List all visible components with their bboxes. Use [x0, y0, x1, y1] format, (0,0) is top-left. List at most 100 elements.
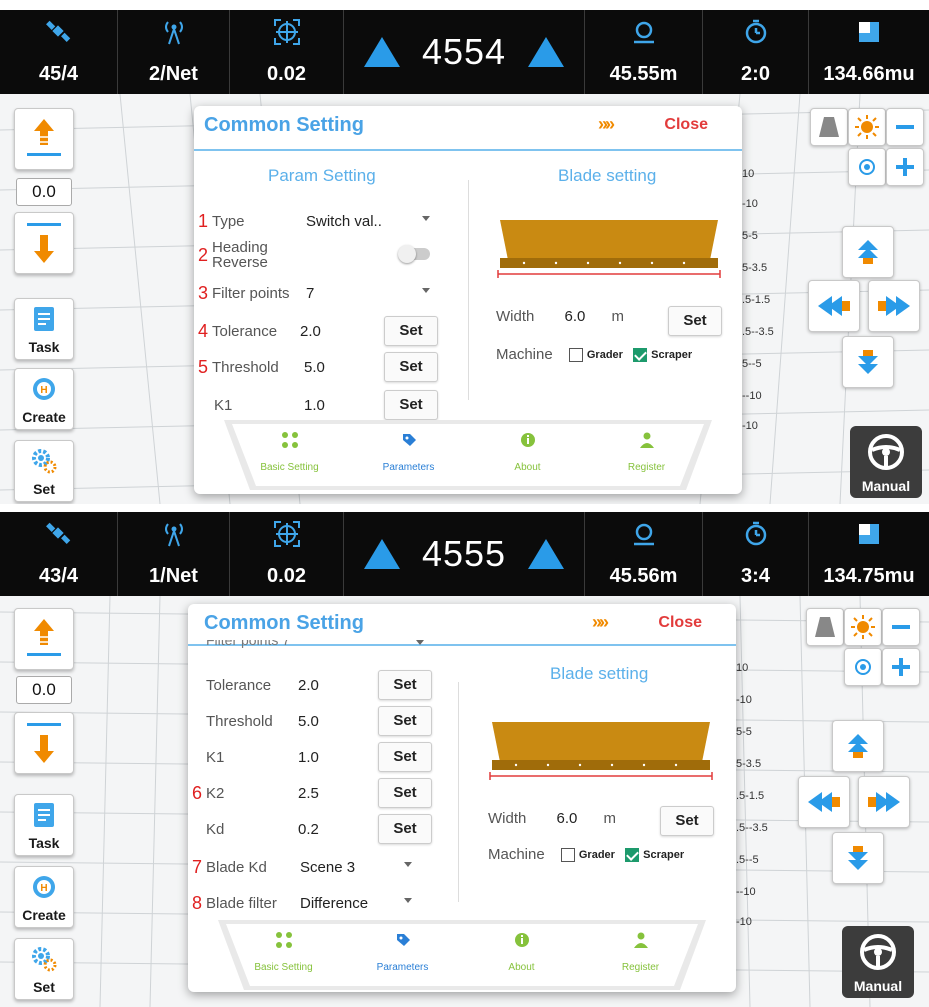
k1-value[interactable]: 1.0 [304, 397, 325, 414]
scraper-checkbox[interactable] [633, 348, 648, 363]
brightness-button[interactable] [844, 608, 882, 646]
view-mode-button[interactable] [806, 608, 844, 646]
tab-about[interactable]: About [462, 922, 581, 984]
locate-button[interactable] [844, 648, 882, 686]
blade-kd-dropdown[interactable]: Scene 3 [300, 859, 355, 876]
scale-label: --10 [736, 886, 756, 898]
kd-set-button[interactable]: Set [378, 814, 432, 844]
timer-value: 3:4 [741, 565, 770, 587]
create-button[interactable]: H Create [14, 866, 74, 928]
width-value[interactable]: 6.0 [565, 308, 586, 325]
zoom-out-button[interactable] [886, 108, 924, 146]
tab-basic-setting[interactable]: Basic Setting [230, 422, 349, 484]
dropdown-caret-icon[interactable] [404, 898, 412, 903]
minus-icon [892, 625, 910, 629]
raise-button[interactable] [14, 608, 74, 670]
column-divider [468, 180, 469, 400]
raise-button[interactable] [14, 108, 74, 170]
sun-icon [855, 115, 879, 139]
move-right-button[interactable] [868, 280, 920, 332]
dropdown-caret-icon[interactable] [422, 288, 430, 293]
brightness-button[interactable] [848, 108, 886, 146]
manual-button[interactable]: Manual [850, 426, 922, 498]
move-right-button[interactable] [858, 776, 910, 828]
k1-set-button[interactable]: Set [384, 390, 438, 420]
row-number: 4 [198, 321, 209, 341]
plus-icon [892, 658, 910, 676]
view-mode-button[interactable] [810, 108, 848, 146]
blade-filter-dropdown[interactable]: Difference [300, 895, 368, 912]
grader-checkbox[interactable] [568, 348, 583, 363]
scale-label: .5--3.5 [742, 326, 774, 338]
threshold-value[interactable]: 5.0 [304, 359, 325, 376]
height-value: 45.55m [609, 63, 678, 85]
width-set-button[interactable]: Set [668, 306, 722, 336]
tab-parameters[interactable]: Parameters [343, 922, 462, 984]
scale-label: 10 [742, 168, 755, 180]
dropdown-caret-icon[interactable] [422, 216, 430, 221]
tab-basic-setting[interactable]: Basic Setting [224, 922, 343, 984]
move-up-button[interactable] [842, 226, 894, 278]
zoom-out-button[interactable] [882, 608, 920, 646]
move-up-button[interactable] [832, 720, 884, 772]
lower-button[interactable] [14, 712, 74, 774]
grader-checkbox[interactable] [560, 848, 575, 863]
width-unit: m [611, 308, 625, 325]
create-button[interactable]: H Create [14, 368, 74, 430]
kd-value[interactable]: 0.2 [298, 821, 319, 838]
dropdown-caret-icon[interactable] [404, 862, 412, 867]
tolerance-set-button[interactable]: Set [384, 316, 438, 346]
k2-set-button[interactable]: Set [378, 778, 432, 808]
locate-button[interactable] [848, 148, 886, 186]
double-arrow-down-icon [858, 350, 878, 374]
threshold-set-button[interactable]: Set [384, 352, 438, 382]
tolerance-value[interactable]: 2.0 [300, 323, 321, 340]
blade-setting-title: Blade setting [558, 166, 657, 185]
task-button[interactable]: Task [14, 298, 74, 360]
tolerance-set-button[interactable]: Set [378, 670, 432, 700]
close-button[interactable]: Close [664, 116, 708, 134]
zoom-in-button[interactable] [882, 648, 920, 686]
zoom-in-button[interactable] [886, 148, 924, 186]
threshold-set-button[interactable]: Set [378, 706, 432, 736]
tolerance-value[interactable]: 2.0 [298, 677, 319, 694]
user-icon [639, 432, 654, 448]
width-value[interactable]: 6.0 [557, 810, 578, 827]
tab-register[interactable]: Register [587, 422, 706, 484]
set-button[interactable]: Set [14, 938, 74, 1000]
manual-button[interactable]: Manual [842, 926, 914, 998]
k2-value[interactable]: 2.5 [298, 785, 319, 802]
task-button[interactable]: Task [14, 794, 74, 856]
k1-set-button[interactable]: Set [378, 742, 432, 772]
move-left-button[interactable] [798, 776, 850, 828]
width-set-button[interactable]: Set [660, 806, 714, 836]
tab-about[interactable]: About [468, 422, 587, 484]
tab-parameters[interactable]: Parameters [349, 422, 468, 484]
steering-wheel-icon [868, 434, 904, 470]
create-icon: H [33, 378, 55, 400]
move-down-button[interactable] [832, 832, 884, 884]
move-down-button[interactable] [842, 336, 894, 388]
grader-label: Grader [586, 349, 623, 362]
close-button[interactable]: Close [658, 614, 702, 632]
scraper-checkbox[interactable] [625, 848, 640, 863]
threshold-value[interactable]: 5.0 [298, 713, 319, 730]
scale-label: .5--5 [736, 854, 759, 866]
type-dropdown[interactable]: Switch val.. [306, 213, 382, 230]
tab-register[interactable]: Register [581, 922, 700, 984]
expand-chevron-icon[interactable]: »» [598, 114, 615, 135]
k1-value[interactable]: 1.0 [298, 749, 319, 766]
info-icon [514, 933, 529, 947]
set-button[interactable]: Set [14, 440, 74, 502]
row-number: 3 [198, 283, 209, 303]
heading-reverse-toggle[interactable] [398, 245, 430, 263]
dropdown-caret-icon[interactable] [416, 640, 424, 645]
satellite-status: 43/4 [0, 512, 118, 596]
expand-chevron-icon[interactable]: »» [592, 612, 609, 633]
blade-kd-row: 7 Blade Kd Scene 3 [188, 852, 458, 882]
satellite-count: 45/4 [39, 63, 78, 85]
lower-button[interactable] [14, 212, 74, 274]
move-left-button[interactable] [808, 280, 860, 332]
locate-icon [859, 159, 875, 175]
filter-points-dropdown[interactable]: 7 [306, 285, 314, 302]
